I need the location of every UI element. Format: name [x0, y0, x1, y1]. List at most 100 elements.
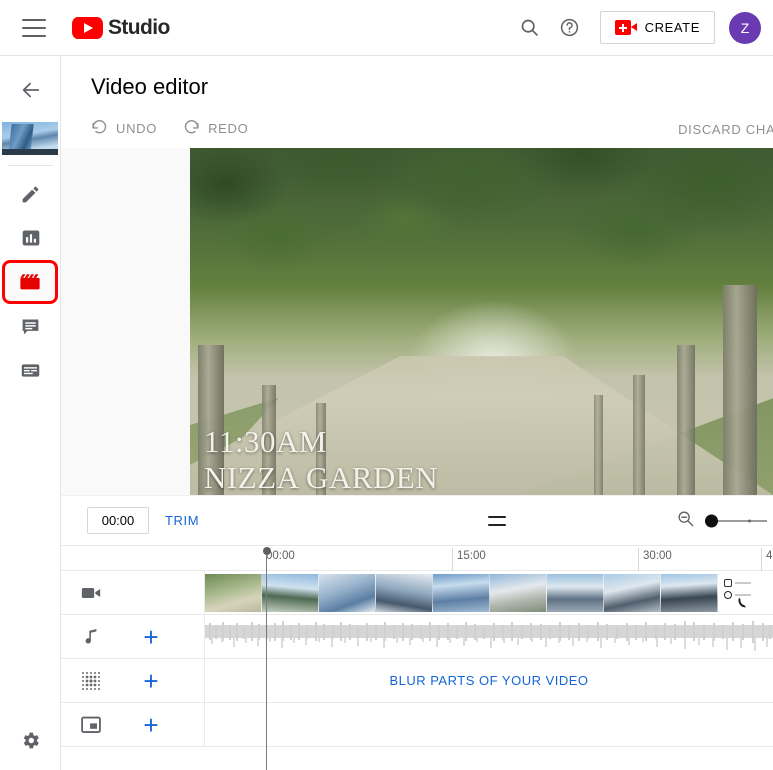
history-actions: UNDO REDO: [91, 118, 773, 138]
clip-thumbnail: [376, 573, 433, 612]
clip-thumbnail: [547, 573, 604, 612]
track-row: +: [61, 570, 773, 615]
settings-button[interactable]: [0, 718, 61, 762]
clip-thumbnail: [490, 573, 547, 612]
add-audio-button[interactable]: +: [121, 624, 181, 650]
track-header-end-screen: +: [61, 702, 205, 747]
redo-label: REDO: [208, 120, 249, 136]
track-header-audio: +: [61, 614, 205, 659]
top-bar-actions: CREATE Z: [510, 8, 761, 48]
clapperboard-icon: [18, 270, 42, 294]
track-row: +: [61, 702, 773, 747]
create-button[interactable]: CREATE: [599, 11, 715, 44]
undo-label: UNDO: [116, 120, 158, 136]
redo-button[interactable]: REDO: [183, 118, 248, 138]
clip-thumbnail: [205, 573, 262, 612]
comment-icon: [19, 314, 43, 338]
clip-thumbnail-endcard: [718, 573, 773, 612]
end-screen-icon: [61, 715, 121, 735]
hamburger-icon[interactable]: [22, 18, 46, 37]
avatar[interactable]: Z: [729, 11, 761, 44]
audio-waveform: [205, 620, 773, 651]
track-row: +: [61, 614, 773, 659]
timeline-tracks: + + BLUR PARTS OF YOUR VIDEO +: [61, 570, 773, 747]
undo-button[interactable]: UNDO: [91, 118, 157, 138]
preview-area: 11:30AM NIZZA GARDEN: [61, 148, 773, 495]
video-text-overlay: 11:30AM NIZZA GARDEN: [204, 424, 438, 495]
ruler-tick: 15:00: [452, 548, 486, 571]
add-end-screen-button[interactable]: +: [121, 712, 181, 738]
undo-arrow-icon: [91, 118, 108, 138]
rail-bottom: [0, 718, 61, 762]
timeline-controls: 00:00 TRIM: [61, 495, 773, 545]
studio-logo[interactable]: Studio: [72, 16, 170, 40]
create-button-label: CREATE: [644, 20, 700, 35]
page-header: Video editor UNDO REDO DISCARD CHA: [61, 56, 773, 148]
gear-icon: [19, 728, 43, 752]
sidebar-item-analytics[interactable]: [0, 216, 61, 260]
brand-label: Studio: [108, 15, 170, 39]
ruler-tick: 30:00: [638, 548, 672, 571]
video-player[interactable]: 11:30AM NIZZA GARDEN: [190, 148, 773, 495]
sidebar-item-editor[interactable]: [2, 260, 58, 304]
drag-handle-icon[interactable]: [488, 515, 506, 526]
blur-cta-button[interactable]: BLUR PARTS OF YOUR VIDEO: [205, 659, 773, 703]
track-row: + BLUR PARTS OF YOUR VIDEO: [61, 658, 773, 703]
zoom-slider[interactable]: [705, 514, 767, 528]
back-button[interactable]: [0, 68, 61, 112]
sidebar-item-comments[interactable]: [0, 304, 61, 348]
blur-dots-icon: [61, 671, 121, 691]
clip-thumbnail: [433, 573, 490, 612]
video-clip-strip[interactable]: [205, 573, 773, 612]
rail-divider: [7, 165, 53, 166]
video-camera-plus-icon: [614, 20, 637, 35]
redo-arrow-icon: [183, 118, 200, 138]
bar-chart-icon: [19, 226, 43, 250]
track-body-video[interactable]: [205, 571, 773, 615]
clip-thumbnail: [319, 573, 376, 612]
video-thumbnail[interactable]: [2, 122, 58, 155]
timeline-ruler[interactable]: 00:00 15:00 30:00 45: [61, 546, 773, 571]
instagram-icon: [724, 578, 732, 587]
help-circle-icon[interactable]: [550, 8, 590, 48]
track-body-audio[interactable]: [205, 615, 773, 659]
zoom-controls: [676, 509, 767, 533]
zoom-out-icon[interactable]: [676, 509, 695, 533]
clip-thumbnail: [661, 573, 718, 612]
clip-thumbnail: [604, 573, 661, 612]
endcard-social-icons: [724, 578, 751, 599]
video-camera-icon: [61, 582, 121, 604]
youtube-play-icon: [72, 16, 103, 39]
track-header-video: +: [61, 570, 205, 615]
zoom-slider-knob[interactable]: [705, 514, 718, 527]
top-app-bar: Studio CREATE Z: [0, 0, 773, 56]
circle-icon: [724, 590, 732, 599]
track-header-blur: +: [61, 658, 205, 703]
ruler-tick: 45: [761, 548, 773, 571]
left-rail: [0, 56, 61, 770]
search-icon[interactable]: [510, 8, 550, 48]
playhead-handle[interactable]: [260, 546, 273, 770]
sidebar-item-subtitles[interactable]: [0, 348, 61, 392]
main-content: Video editor UNDO REDO DISCARD CHA 11:30…: [61, 56, 773, 770]
video-frame-canopy: [190, 148, 773, 357]
tree-trunk: [633, 375, 645, 495]
discard-changes-button[interactable]: DISCARD CHANGES: [678, 122, 773, 137]
tree-trunk: [723, 285, 757, 495]
tree-trunk: [594, 395, 603, 495]
trim-button[interactable]: TRIM: [165, 513, 199, 528]
music-note-icon: [61, 626, 121, 648]
track-body-end-screen[interactable]: [205, 703, 773, 747]
track-body-blur[interactable]: BLUR PARTS OF YOUR VIDEO: [205, 659, 773, 703]
add-blur-button[interactable]: +: [121, 668, 181, 694]
ruler-labels: 00:00 15:00 30:00 45: [61, 546, 773, 571]
tree-trunk: [677, 345, 695, 495]
sidebar-item-details[interactable]: [0, 172, 61, 216]
timeline: 00:00 15:00 30:00 45 +: [61, 545, 773, 770]
overlay-place: NIZZA GARDEN: [204, 459, 439, 495]
pencil-icon: [19, 182, 43, 206]
subtitles-icon: [19, 358, 43, 382]
zoom-slider-tick: [748, 519, 751, 522]
page-title: Video editor: [91, 74, 209, 99]
timecode-input[interactable]: 00:00: [87, 507, 149, 534]
